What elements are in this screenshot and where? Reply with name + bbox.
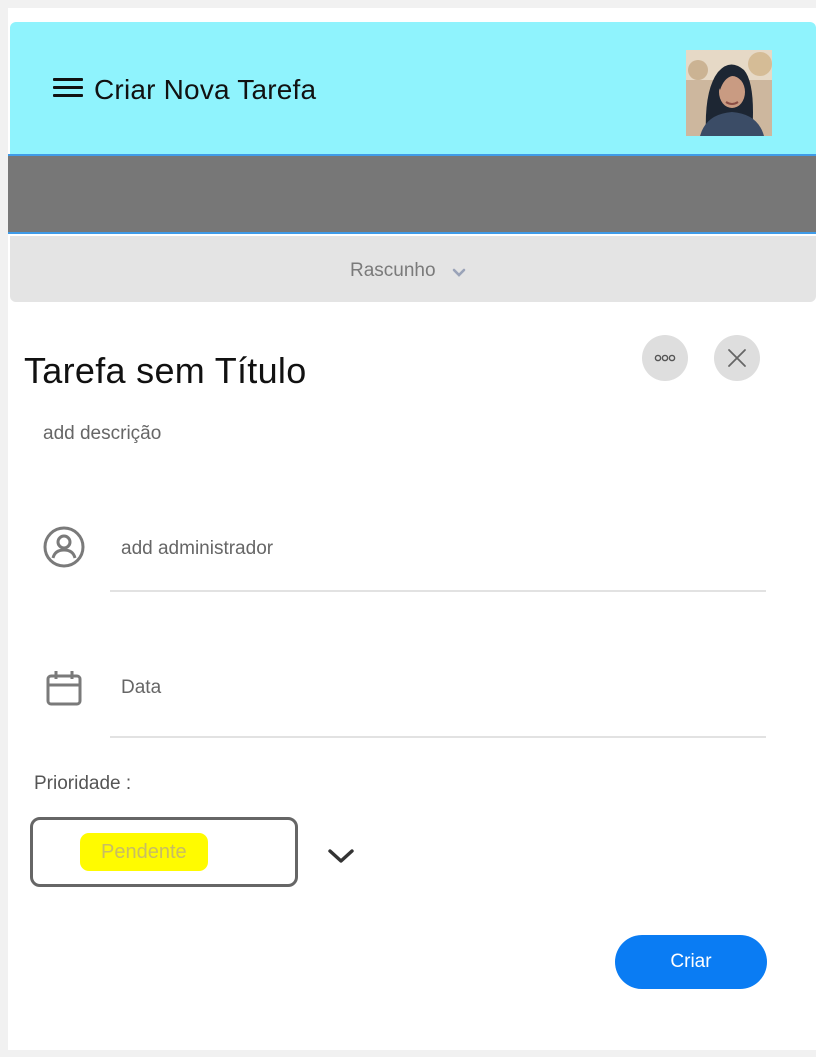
chevron-down-icon[interactable] [326, 846, 356, 866]
date-field-underline [110, 736, 766, 738]
menu-icon[interactable] [53, 78, 83, 100]
priority-badge: Pendente [80, 833, 208, 871]
calendar-icon [46, 671, 82, 706]
close-icon [728, 349, 746, 367]
banner-placeholder [8, 154, 816, 234]
more-options-icon [654, 354, 676, 362]
app-header: Criar Nova Tarefa [10, 22, 816, 154]
page-title: Criar Nova Tarefa [94, 74, 317, 105]
date-input[interactable]: Data [121, 677, 161, 699]
status-dropdown[interactable]: Rascunho [350, 260, 466, 282]
admin-field-underline [110, 590, 766, 592]
user-circle-icon [43, 526, 85, 568]
more-options-button[interactable] [642, 335, 688, 381]
create-button[interactable]: Criar [615, 935, 767, 989]
admin-input[interactable]: add administrador [121, 538, 273, 560]
status-bar: Rascunho [10, 236, 816, 302]
priority-label: Prioridade : [34, 773, 132, 794]
description-input[interactable]: add descrição [43, 423, 161, 445]
avatar[interactable] [686, 50, 772, 136]
priority-select[interactable]: Pendente [30, 817, 298, 887]
task-title[interactable]: Tarefa sem Título [24, 350, 307, 392]
chevron-down-icon [452, 268, 465, 277]
close-button[interactable] [714, 335, 760, 381]
status-label: Rascunho [350, 260, 436, 281]
